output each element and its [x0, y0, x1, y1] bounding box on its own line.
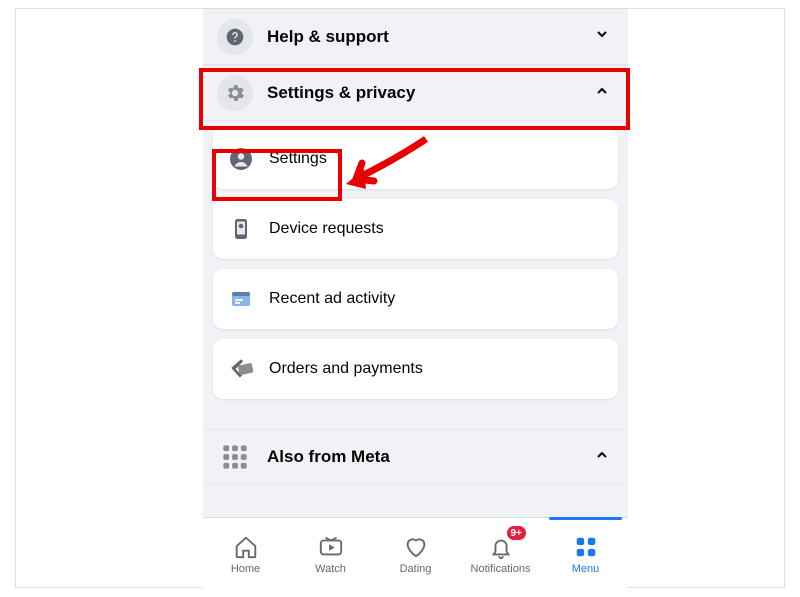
home-icon	[232, 533, 260, 561]
bottom-nav: Home Watch Dating 9+ Notifications	[203, 517, 628, 589]
nav-dating[interactable]: Dating	[373, 518, 458, 589]
nav-label: Menu	[572, 563, 600, 575]
nav-home[interactable]: Home	[203, 518, 288, 589]
apps-grid-icon	[217, 439, 253, 475]
phone-screen: Help & support Settings & privacy	[203, 9, 628, 589]
item-label: Recent ad activity	[269, 290, 395, 308]
device-icon	[227, 215, 255, 243]
person-icon	[227, 145, 255, 173]
section-header-settings-privacy[interactable]: Settings & privacy	[203, 65, 628, 121]
nav-label: Dating	[400, 563, 432, 575]
settings-item-settings[interactable]: Settings	[213, 129, 618, 189]
nav-label: Home	[231, 563, 260, 575]
dating-icon	[402, 533, 430, 561]
settings-item-recent-ad-activity[interactable]: Recent ad activity	[213, 269, 618, 329]
watch-icon	[317, 533, 345, 561]
chevron-up-icon	[594, 83, 610, 104]
menu-icon	[572, 533, 600, 561]
screenshot-frame: Help & support Settings & privacy	[15, 8, 785, 588]
section-header-also-meta[interactable]: Also from Meta	[203, 429, 628, 485]
payment-icon	[227, 355, 255, 383]
section-label: Help & support	[267, 27, 389, 47]
settings-privacy-items: Settings Device requests Recent ad activ…	[203, 121, 628, 409]
chevron-up-icon	[594, 447, 610, 468]
settings-item-orders-payments[interactable]: Orders and payments	[213, 339, 618, 399]
chevron-down-icon	[594, 26, 610, 47]
ad-activity-icon	[227, 285, 255, 313]
nav-notifications[interactable]: 9+ Notifications	[458, 518, 543, 589]
item-label: Settings	[269, 150, 327, 168]
nav-label: Notifications	[471, 563, 531, 575]
section-label: Settings & privacy	[267, 83, 415, 103]
gear-icon	[217, 75, 253, 111]
settings-item-device-requests[interactable]: Device requests	[213, 199, 618, 259]
item-label: Device requests	[269, 220, 384, 238]
help-icon	[217, 19, 253, 55]
section-label: Also from Meta	[267, 447, 390, 467]
notifications-badge: 9+	[505, 524, 528, 542]
section-header-help[interactable]: Help & support	[203, 9, 628, 65]
nav-menu[interactable]: Menu	[543, 518, 628, 589]
nav-watch[interactable]: Watch	[288, 518, 373, 589]
item-label: Orders and payments	[269, 360, 423, 378]
nav-label: Watch	[315, 563, 346, 575]
